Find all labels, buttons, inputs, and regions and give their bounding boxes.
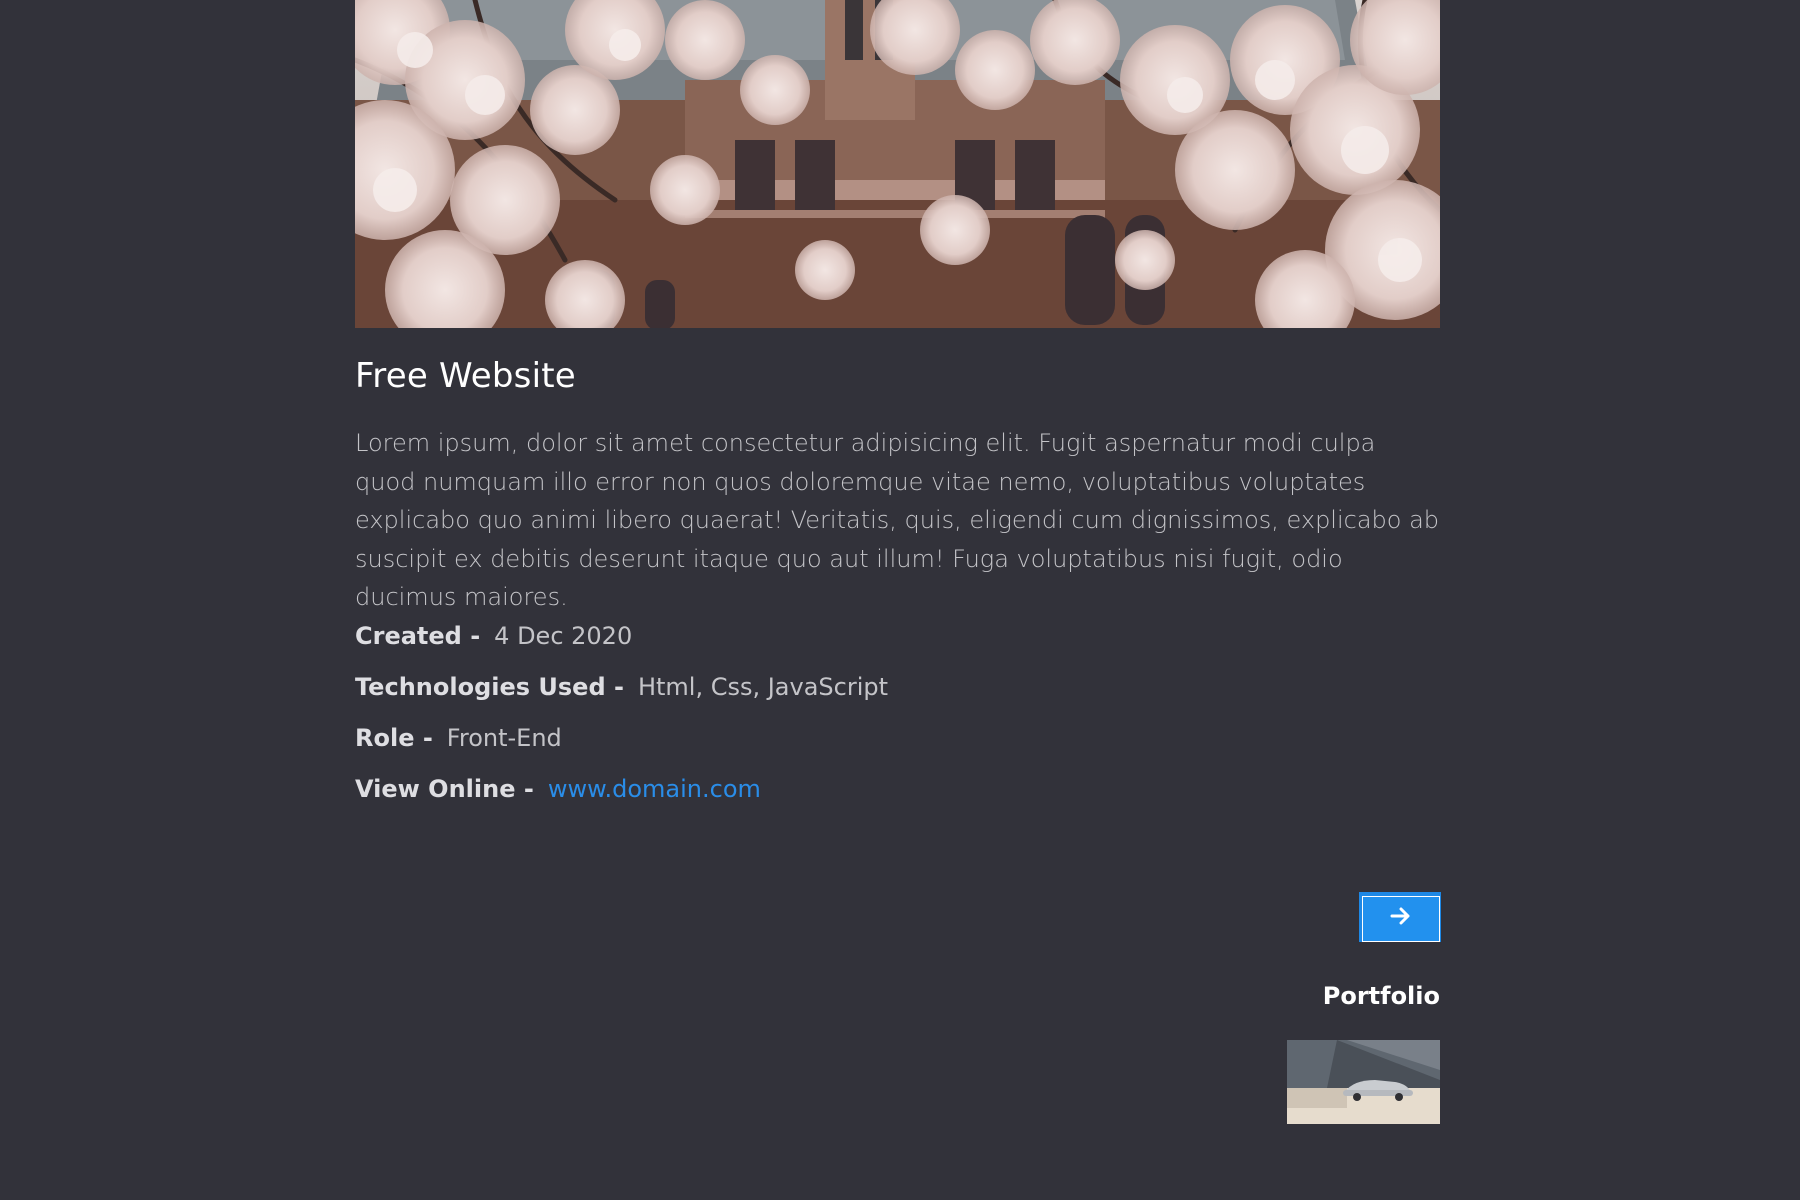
next-button-face[interactable] bbox=[1362, 896, 1440, 942]
project-description: Lorem ipsum, dolor sit amet consectetur … bbox=[355, 429, 1440, 611]
technologies-label: Technologies Used - bbox=[355, 673, 624, 701]
cherry-blossom-hero-image bbox=[355, 0, 1440, 328]
project-title: Free Website bbox=[355, 356, 576, 396]
view-online-label: View Online - bbox=[355, 775, 534, 803]
project-details-list: Created - 4 Dec 2020 Technologies Used - H… bbox=[355, 617, 888, 821]
project-detail-page: Free Website Lorem ipsum, dolor sit amet… bbox=[0, 0, 1800, 1200]
view-online-link[interactable]: www.domain.com bbox=[548, 775, 761, 803]
role-label: Role - bbox=[355, 724, 433, 752]
detail-view-online: View Online - www.domain.com bbox=[355, 770, 888, 821]
technologies-value: Html, Css, JavaScript bbox=[637, 673, 889, 701]
arrow-right-icon bbox=[1390, 907, 1410, 925]
next-project-button[interactable] bbox=[1359, 892, 1443, 946]
created-label: Created - bbox=[355, 622, 481, 650]
portfolio-thumbnail-car[interactable] bbox=[1287, 1040, 1440, 1124]
portfolio-label: Portfolio bbox=[1322, 982, 1440, 1010]
detail-technologies: Technologies Used - Html, Css, JavaScript bbox=[355, 668, 888, 719]
detail-role: Role - Front-End bbox=[355, 719, 888, 770]
role-value: Front-End bbox=[446, 724, 562, 752]
detail-created: Created - 4 Dec 2020 bbox=[355, 617, 888, 668]
created-value: 4 Dec 2020 bbox=[494, 622, 633, 650]
